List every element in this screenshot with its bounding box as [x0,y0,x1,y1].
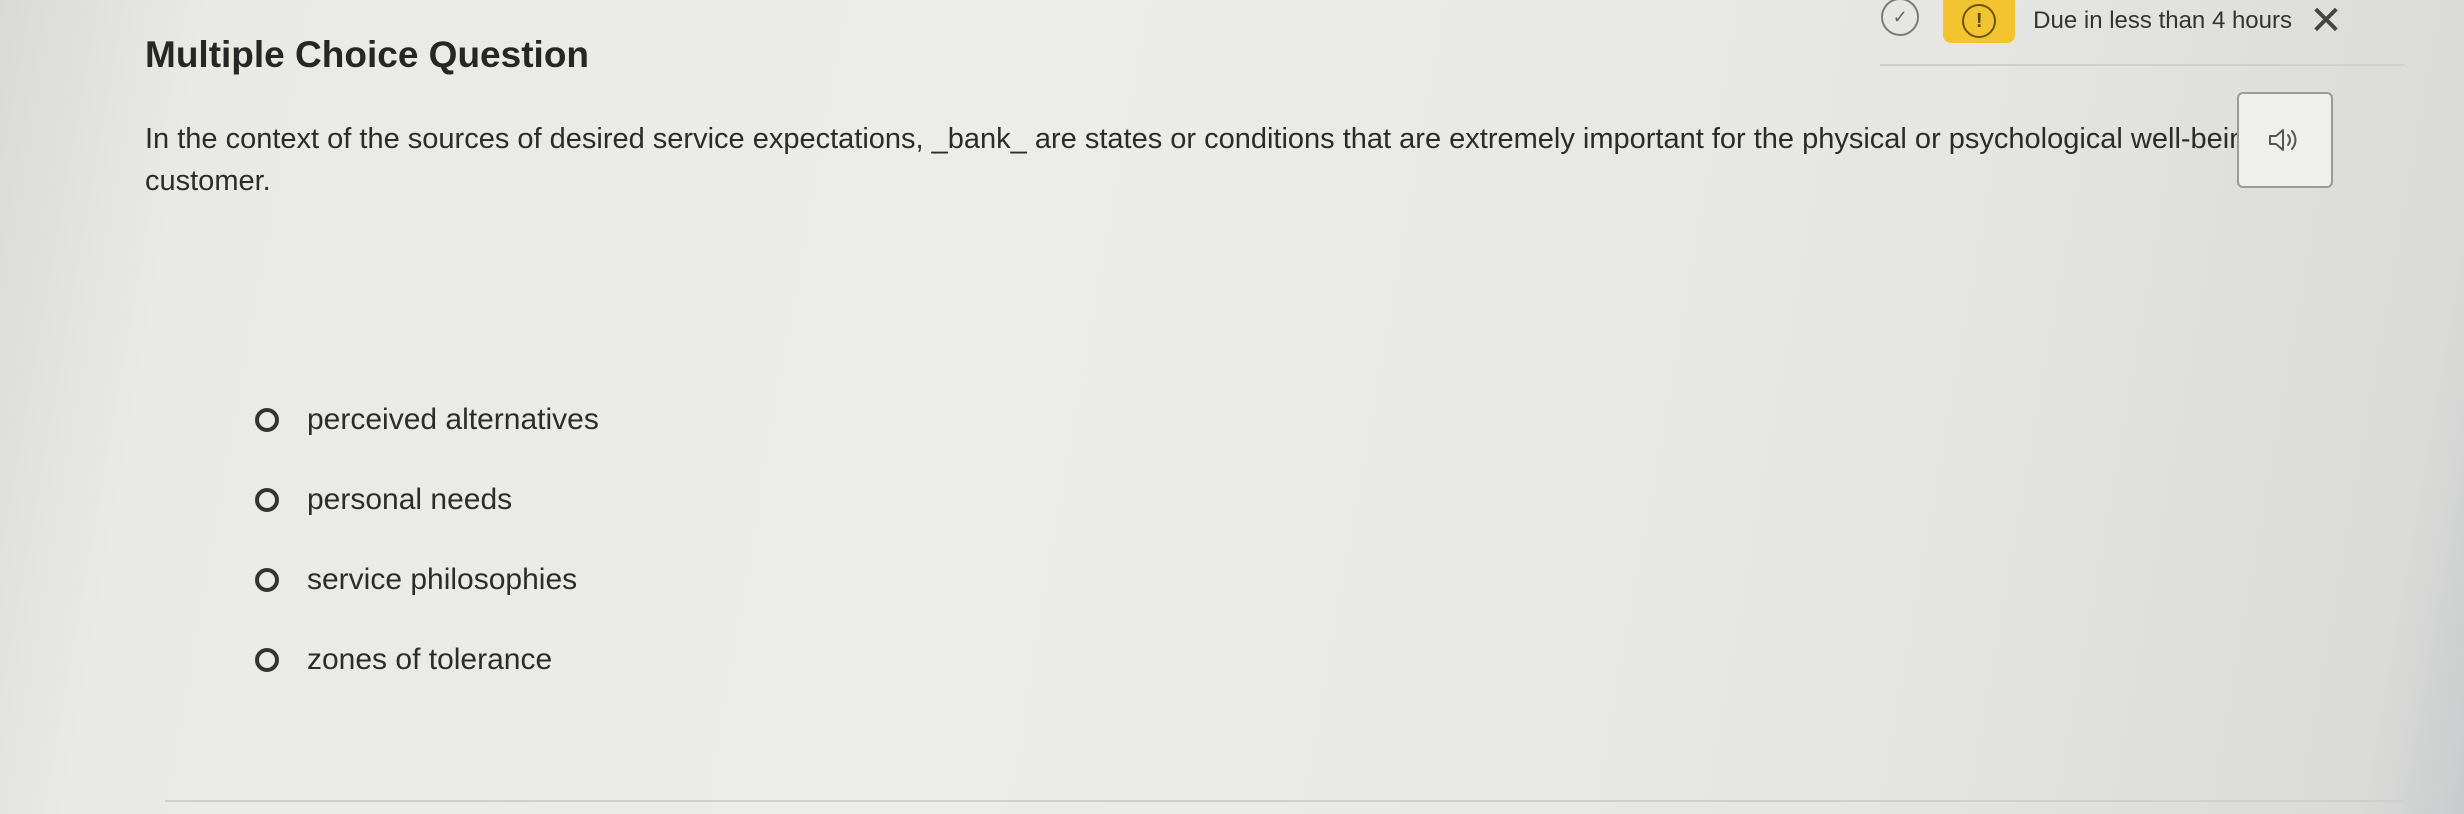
question-prompt: In the context of the sources of desired… [145,123,2318,197]
option-label: personal needs [307,483,513,516]
check-circle-icon[interactable]: ✓ [1881,0,1920,36]
answer-option[interactable]: perceived alternatives [255,380,599,460]
radio-button[interactable] [255,648,279,672]
option-label: service philosophies [307,563,578,596]
radio-button[interactable] [255,488,279,512]
due-badge: ! Due in less than 4 hours [1943,0,2292,48]
speaker-icon [2269,129,2297,151]
question-type-title: Multiple Choice Question [145,34,590,75]
status-bar: ✓ ! Due in less than 4 hours ✕ [1881,0,2346,48]
question-card: ✓ ! Due in less than 4 hours ✕ Multiple … [0,0,2405,814]
radio-button[interactable] [255,568,279,592]
warning-symbol: ! [1975,9,1983,32]
warning-icon: ! [1962,4,1997,38]
bottom-divider [165,800,2405,802]
answer-option[interactable]: personal needs [255,460,599,540]
read-aloud-button[interactable] [2237,92,2333,188]
answer-options: perceived alternatives personal needs se… [255,380,599,700]
option-label: zones of tolerance [307,643,553,676]
radio-button[interactable] [255,408,279,432]
option-label: perceived alternatives [307,403,599,436]
due-text: Due in less than 4 hours [2033,7,2292,34]
close-icon[interactable]: ✕ [2306,1,2346,41]
warning-badge: ! [1943,0,2016,43]
header-divider [1880,64,2405,66]
answer-option[interactable]: service philosophies [255,540,599,620]
check-symbol: ✓ [1892,6,1908,27]
answer-option[interactable]: zones of tolerance [255,620,599,700]
